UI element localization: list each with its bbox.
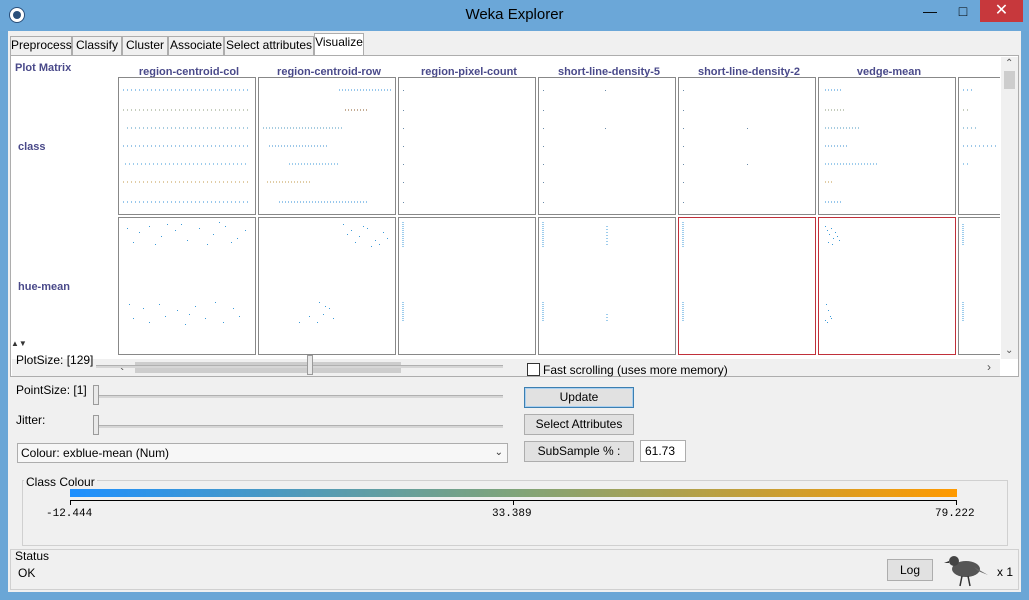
scatter-plot <box>543 90 606 203</box>
tab-visualize[interactable]: Visualize <box>314 33 364 56</box>
fast-scrolling-label: Fast scrolling (uses more memory) <box>543 363 728 377</box>
update-button[interactable]: Update <box>524 387 634 408</box>
axis-tick <box>513 500 514 505</box>
colour-gradient-bar <box>70 489 957 497</box>
scatter-plot <box>402 222 404 322</box>
scatter-plot <box>127 222 246 325</box>
plotsize-label: PlotSize: [129] <box>16 353 94 367</box>
plotsize-slider-thumb[interactable] <box>307 355 313 375</box>
minimize-button[interactable]: — <box>915 0 945 22</box>
scatter-plot <box>825 89 879 203</box>
application-window: Weka Explorer — □ ✕ Preprocess Classify … <box>0 0 1029 600</box>
scroll-down-icon[interactable]: ⌄ <box>1005 345 1013 356</box>
colour-max-label: 79.222 <box>935 508 975 520</box>
tab-classify[interactable]: Classify <box>72 36 122 55</box>
scatter-cell[interactable] <box>118 77 256 215</box>
scatter-cell-selected[interactable] <box>818 217 956 355</box>
window-title: Weka Explorer <box>465 6 564 23</box>
plot-matrix-title: Plot Matrix <box>15 62 72 74</box>
chevron-down-icon: ⌄ <box>494 447 503 458</box>
scatter-cell[interactable] <box>538 77 676 215</box>
status-title: Status <box>15 549 50 563</box>
axis-tick <box>70 500 71 505</box>
close-button[interactable]: ✕ <box>980 0 1023 22</box>
axis-tick <box>956 500 957 505</box>
scatter-plot <box>963 89 999 165</box>
log-button[interactable]: Log <box>887 559 933 581</box>
maximize-button[interactable]: □ <box>948 0 978 22</box>
colour-select[interactable]: Colour: exblue-mean (Num) ⌄ <box>17 443 508 463</box>
scatter-cell[interactable] <box>818 77 956 215</box>
jitter-slider-thumb[interactable] <box>93 415 99 435</box>
plot-matrix-panel: Plot Matrix region-centroid-col region-c… <box>10 55 1019 377</box>
row-label: class <box>18 141 46 153</box>
pointsize-slider-track[interactable] <box>96 395 503 398</box>
jitter-label: Jitter: <box>16 413 46 427</box>
status-text: OK <box>18 566 36 580</box>
jitter-slider-track[interactable] <box>96 425 503 428</box>
pointsize-slider-thumb[interactable] <box>93 385 99 405</box>
colour-mid-label: 33.389 <box>492 508 532 520</box>
pointsize-label: PointSize: [1] <box>16 383 87 397</box>
scatter-cell[interactable] <box>958 217 1000 355</box>
explorer-content: Preprocess Classify Cluster Associate Se… <box>8 31 1021 592</box>
tab-preprocess[interactable]: Preprocess <box>10 36 72 55</box>
scroll-right-icon[interactable]: › <box>987 360 991 374</box>
plotsize-slider-track[interactable] <box>96 365 503 368</box>
vertical-scroll-thumb[interactable] <box>1004 71 1015 89</box>
scatter-cell[interactable] <box>538 217 676 355</box>
scatter-plot <box>683 90 748 203</box>
plot-matrix-view[interactable]: Plot Matrix region-centroid-col region-c… <box>12 57 1000 359</box>
title-bar: Weka Explorer — □ ✕ <box>0 0 1029 31</box>
tab-associate[interactable]: Associate <box>168 36 224 55</box>
scatter-plot <box>263 89 393 203</box>
class-colour-title: Class Colour <box>24 475 97 489</box>
tab-cluster[interactable]: Cluster <box>122 36 168 55</box>
scatter-plot <box>825 226 840 323</box>
weka-bird-icon[interactable] <box>944 549 992 589</box>
row-label: hue-mean <box>18 281 70 293</box>
split-pane-arrows-icon[interactable]: ▲▼ <box>11 339 27 348</box>
status-panel <box>10 549 1019 590</box>
fast-scrolling-checkbox[interactable] <box>527 363 540 376</box>
scatter-plot <box>682 222 684 322</box>
colour-select-value: Colour: exblue-mean (Num) <box>21 446 170 460</box>
scatter-cell[interactable] <box>258 217 396 355</box>
colour-min-label: -12.444 <box>46 508 93 520</box>
scatter-plot <box>542 222 608 322</box>
subsample-button[interactable]: SubSample % : <box>524 441 634 462</box>
subsample-input[interactable]: 61.73 <box>640 440 686 462</box>
scatter-plot <box>299 224 388 323</box>
scatter-cell[interactable] <box>958 77 1000 215</box>
scatter-cell[interactable] <box>118 217 256 355</box>
vertical-scrollbar[interactable]: ⌃ ⌄ <box>1001 57 1018 359</box>
scatter-cell[interactable] <box>398 217 536 355</box>
scatter-plot <box>123 89 249 203</box>
scatter-plot <box>962 224 964 322</box>
task-count: x 1 <box>997 565 1014 579</box>
scatter-plot <box>403 90 404 203</box>
scatter-cell[interactable] <box>678 77 816 215</box>
scroll-up-icon[interactable]: ⌃ <box>1005 58 1013 69</box>
scatter-cell[interactable] <box>258 77 396 215</box>
tab-select-attributes[interactable]: Select attributes <box>224 36 314 55</box>
select-attributes-button[interactable]: Select Attributes <box>524 414 634 435</box>
scatter-cell-selected[interactable] <box>678 217 816 355</box>
scatter-cell[interactable] <box>398 77 536 215</box>
